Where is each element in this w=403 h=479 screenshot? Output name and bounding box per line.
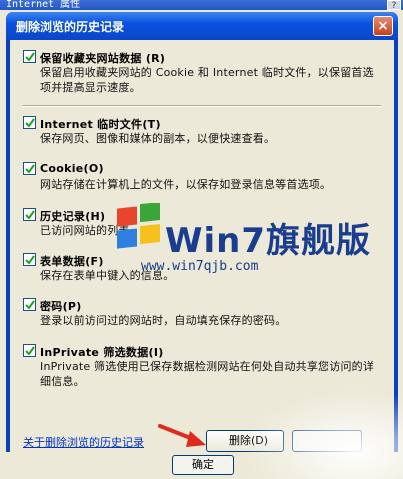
parent-ok-button[interactable]: 确定	[172, 455, 234, 475]
close-button[interactable]: ×	[373, 16, 393, 36]
option-passwords: 密码(P) 登录以前访问过的网站时，自动填充保存的密码。	[23, 297, 381, 328]
option-label: InPrivate 筛选数据(I)	[40, 346, 164, 359]
option-label: 历史记录(H)	[40, 210, 106, 223]
close-icon: ×	[377, 18, 389, 34]
option-desc: 保留启用收藏夹网站的 Cookie 和 Internet 临时文件，以保留首选项…	[40, 66, 374, 94]
check-icon	[25, 52, 35, 62]
option-label: Cookie(O)	[40, 162, 104, 175]
watermark-url: www.win7qjb.com	[141, 259, 259, 274]
checkbox-history[interactable]	[23, 208, 36, 221]
parent-window-title: Internet 属性	[0, 0, 403, 10]
checkbox-cookies[interactable]	[23, 162, 36, 175]
option-label: 保留收藏夹网站数据 (R)	[40, 52, 166, 65]
checkbox-temp-files[interactable]	[23, 116, 36, 129]
checkbox-form-data[interactable]	[23, 253, 36, 266]
option-keep-favorites: 保留收藏夹网站数据 (R) 保留启用收藏夹网站的 Cookie 和 Intern…	[23, 49, 381, 95]
windows-logo-icon	[117, 203, 160, 249]
option-desc: 登录以前访问过的网站时，自动填充保存的密码。	[40, 314, 287, 327]
option-label: 表单数据(F)	[40, 255, 104, 268]
check-icon	[25, 210, 35, 220]
checkbox-passwords[interactable]	[23, 298, 36, 311]
separator	[23, 105, 381, 107]
watermark: Win7旗舰版 www.win7qjb.com	[113, 203, 370, 288]
option-temp-files: Internet 临时文件(T) 保存网页、图像和媒体的副本，以便快速查看。	[23, 115, 381, 146]
dialog-titlebar[interactable]: 删除浏览的历史记录 ×	[6, 12, 398, 40]
option-label: Internet 临时文件(T)	[40, 118, 161, 131]
option-inprivate: InPrivate 筛选数据(I) InPrivate 筛选使用已保存数据检测网…	[23, 343, 381, 389]
corner-overlay	[243, 389, 403, 479]
check-icon	[25, 255, 35, 265]
check-icon	[25, 164, 35, 174]
check-icon	[25, 346, 35, 356]
dialog-title: 删除浏览的历史记录	[16, 20, 125, 34]
option-desc: 网站存储在计算机上的文件，以保存如登录信息等首选项。	[40, 178, 332, 191]
watermark-text: Win7旗舰版	[165, 221, 372, 261]
option-desc: 保存网页、图像和媒体的副本，以便快速查看。	[40, 132, 276, 145]
option-desc: InPrivate 筛选使用已保存数据检测网站在何处自动共享您访问的详细信息。	[40, 360, 375, 388]
checkbox-inprivate[interactable]	[23, 344, 36, 357]
check-icon	[25, 118, 35, 128]
checkbox-keep-favorites[interactable]	[23, 50, 36, 63]
check-icon	[25, 300, 35, 310]
help-button[interactable]: ?	[387, 0, 401, 11]
about-delete-history-link[interactable]: 关于删除浏览的历史记录	[23, 434, 144, 450]
option-label: 密码(P)	[40, 300, 82, 313]
option-cookies: Cookie(O) 网站存储在计算机上的文件，以保存如登录信息等首选项。	[23, 161, 381, 192]
